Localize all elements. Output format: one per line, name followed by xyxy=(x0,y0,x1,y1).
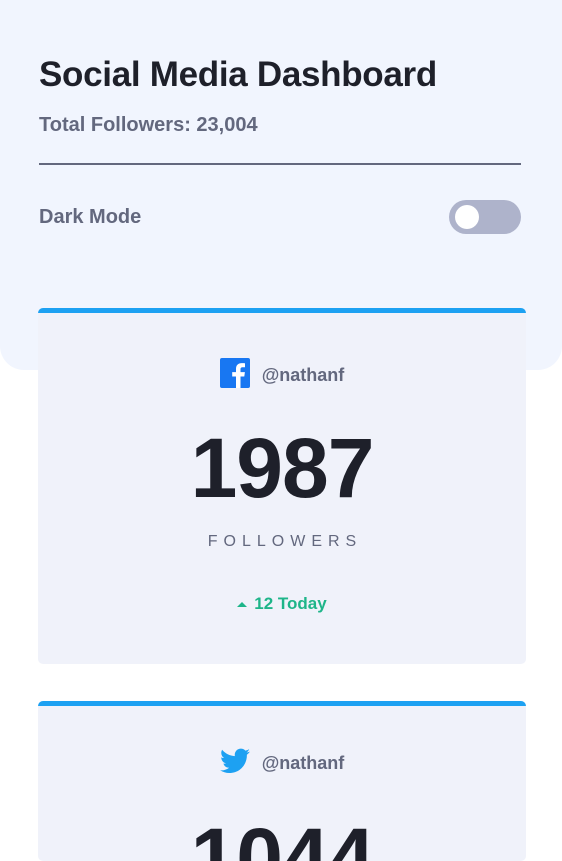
card-handle: @nathanf xyxy=(261,753,345,773)
header-divider xyxy=(39,163,521,165)
card-accent-bar xyxy=(38,308,526,313)
card-facebook[interactable]: @nathanf 1987 FOLLOWERS 12 Today xyxy=(38,308,526,664)
dark-mode-label: Dark Mode xyxy=(39,205,142,228)
today-change-text: 12 Today xyxy=(254,594,327,613)
dark-mode-row: Dark Mode xyxy=(39,200,521,234)
followers-label: FOLLOWERS xyxy=(207,533,363,550)
card-handle-row: @nathanf xyxy=(38,358,526,393)
follower-count: 1044 xyxy=(190,811,375,861)
page-title: Social Media Dashboard xyxy=(39,55,437,94)
arrow-up-icon xyxy=(237,601,248,607)
card-twitter[interactable]: @nathanf 1044 xyxy=(38,701,526,861)
facebook-icon xyxy=(219,358,250,393)
twitter-icon xyxy=(219,748,250,779)
total-followers: Total Followers: 23,004 xyxy=(39,114,258,136)
dashboard-header: Social Media Dashboard Total Followers: … xyxy=(39,55,521,234)
follower-count: 1987 xyxy=(190,421,375,515)
card-handle-row: @nathanf xyxy=(38,748,526,779)
today-change: 12 Today xyxy=(38,594,526,614)
card-accent-bar xyxy=(38,701,526,706)
card-handle: @nathanf xyxy=(261,365,345,385)
dark-mode-toggle[interactable] xyxy=(449,200,521,234)
toggle-knob xyxy=(455,205,479,229)
